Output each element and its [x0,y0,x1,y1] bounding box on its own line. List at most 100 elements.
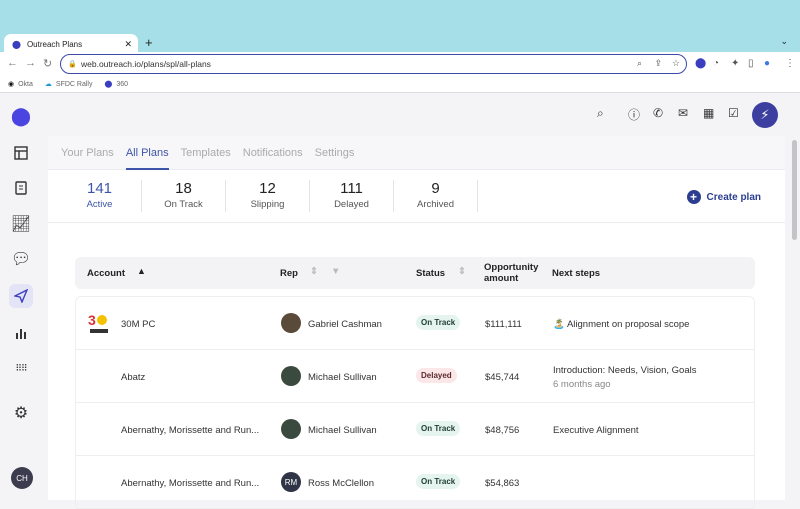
sidebar-item-conversations[interactable]: 💬︎ [9,247,33,271]
bookmark-360[interactable]: ⬤ 360 [104,80,128,89]
opportunity-amount: $54,863 [485,478,520,489]
column-opportunity-amount[interactable]: Opportunity amount [484,262,548,284]
profile-avatar[interactable]: ● [764,58,770,69]
sidebar-item-reports[interactable] [9,321,33,345]
tab-title: Outreach Plans [26,39,83,49]
next-step: Executive Alignment [553,425,639,436]
sidebar-item-home[interactable] [9,141,33,165]
opportunity-amount: $45,744 [485,372,520,383]
account-name[interactable]: Abatz [121,372,145,383]
grid-icon: ⠿⠿ [15,362,27,373]
table-row[interactable]: Abatz Michael Sullivan Delayed $45,744 I… [76,350,754,403]
tab-settings[interactable]: Settings [315,136,355,170]
column-next-steps: Next steps [552,268,601,279]
sidebar-item-plans[interactable] [9,284,33,308]
close-tab-icon[interactable]: ✕ [124,39,132,50]
reload-icon[interactable]: ↻ [43,57,52,70]
calendar-icon[interactable]: ▦ [703,106,714,120]
account-name[interactable]: 30M PC [121,319,155,330]
outreach-logo-icon[interactable]: ⬤ [9,104,33,128]
scrollbar[interactable] [792,140,797,240]
back-icon[interactable]: ← [7,57,18,69]
side-panel-icon[interactable]: ▯ [748,58,754,69]
rep-avatar [281,366,301,386]
tab-your-plans[interactable]: Your Plans [61,136,114,170]
bookmark-star-icon[interactable]: ☆ [672,58,680,69]
rep-avatar [281,313,301,333]
lock-icon: 🔒 [68,61,77,68]
column-status[interactable]: Status [416,268,445,279]
outreach-extension-icon[interactable]: ⬤ [695,58,706,69]
table-header: Account ▲ Rep ⇕ ▼ Status ⇕ Opportunity a… [75,257,755,289]
chat-bubbles-icon: 💬︎ [10,251,32,268]
sidebar-item-apps[interactable]: ⠿⠿ [9,356,33,380]
extension-icon[interactable]: ◔ [713,58,719,69]
plans-tabs: Your Plans All Plans Templates Notificat… [48,136,785,170]
column-account[interactable]: Account [87,268,125,279]
stat-on-track[interactable]: 18 On Track [142,180,226,212]
bookmarks-bar: ◉ Okta ☁ SFDC Rally ⬤ 360 [0,76,800,93]
rep-name: Ross McClellon [308,478,374,489]
send-icon [14,289,28,303]
plans-table-body: 3 30M PC Gabriel Cashman On Track $111,1… [75,296,755,509]
puzzle-extensions-icon[interactable]: ✦ [731,58,739,69]
status-badge: On Track [416,315,461,330]
tasks-icon[interactable]: ☑ [728,106,739,120]
outreach-icon: ⬤ [104,81,113,88]
plus-icon: + [686,190,701,204]
sort-icon[interactable]: ⇕ [310,266,318,277]
tab-search-chevron-icon[interactable]: ⌄ [780,36,788,47]
account-logo: 3 [88,312,108,333]
salesforce-cloud-icon: ☁ [44,81,52,88]
stat-delayed[interactable]: 111 Delayed [310,180,394,212]
app-sidebar: ⬤ 📈︎ 💬︎ ⠿⠿ ⚙ [0,94,42,500]
table-row[interactable]: Abernathy, Morissette and Run... RM Ross… [76,456,754,509]
trend-chart-icon: 📈︎ [10,216,32,233]
rep-avatar: RM [281,472,301,492]
new-tab-icon[interactable]: + [145,35,153,50]
stat-active[interactable]: 141 Active [58,180,142,212]
bolt-action-button[interactable]: ⚡︎ [752,102,778,128]
account-name[interactable]: Abernathy, Morissette and Run... [121,425,259,436]
tab-notifications[interactable]: Notifications [243,136,303,170]
rep-name: Michael Sullivan [308,425,377,436]
menu-icon[interactable]: ⋮ [785,58,795,69]
table-row[interactable]: Abernathy, Morissette and Run... Michael… [76,403,754,456]
layout-icon [14,146,28,160]
zoom-icon[interactable]: ⌕ [637,58,642,69]
rep-name: Gabriel Cashman [308,319,382,330]
bookmark-sfdc-rally[interactable]: ☁ SFDC Rally [44,80,93,89]
browser-tab[interactable]: ⬤ Outreach Plans ✕ [4,34,138,54]
url-text: web.outreach.io/plans/spl/all-plans [81,59,211,69]
search-icon[interactable]: ⌕ [597,106,604,121]
share-icon[interactable]: ⇪ [654,58,662,69]
filter-icon[interactable]: ▼ [331,266,340,277]
user-avatar[interactable]: CH [11,467,33,489]
status-badge: Delayed [416,368,457,383]
status-badge: On Track [416,421,461,436]
sidebar-item-settings[interactable]: ⚙ [9,401,33,425]
address-bar[interactable]: 🔒 web.outreach.io/plans/spl/all-plans ⌕ … [60,54,687,74]
sidebar-item-tasks[interactable] [9,176,33,200]
bookmark-okta[interactable]: ◉ Okta [8,80,33,89]
tab-templates[interactable]: Templates [181,136,231,170]
column-rep[interactable]: Rep [280,268,298,279]
sort-ascending-icon[interactable]: ▲ [137,266,146,276]
gear-icon: ⚙ [13,405,29,422]
stat-archived[interactable]: 9 Archived [394,180,478,212]
help-icon[interactable]: ⓘ [628,106,640,123]
plan-stats: 141 Active 18 On Track 12 Slipping 111 Delay… [48,170,785,223]
mail-icon[interactable]: ✉ [678,106,688,120]
svg-text:3: 3 [88,312,96,328]
sidebar-item-analytics[interactable]: 📈︎ [9,212,33,236]
forward-icon[interactable]: → [25,57,36,69]
table-row[interactable]: 3 30M PC Gabriel Cashman On Track $111,1… [76,297,754,350]
create-plan-button[interactable]: + Create plan [686,190,761,204]
rep-avatar [281,419,301,439]
stat-slipping[interactable]: 12 Slipping [226,180,310,212]
account-name[interactable]: Abernathy, Morissette and Run... [121,478,259,489]
phone-icon[interactable]: ✆ [653,106,663,120]
next-step-time: 6 months ago [553,379,611,390]
tab-all-plans[interactable]: All Plans [125,136,169,170]
sort-icon[interactable]: ⇕ [458,266,466,277]
